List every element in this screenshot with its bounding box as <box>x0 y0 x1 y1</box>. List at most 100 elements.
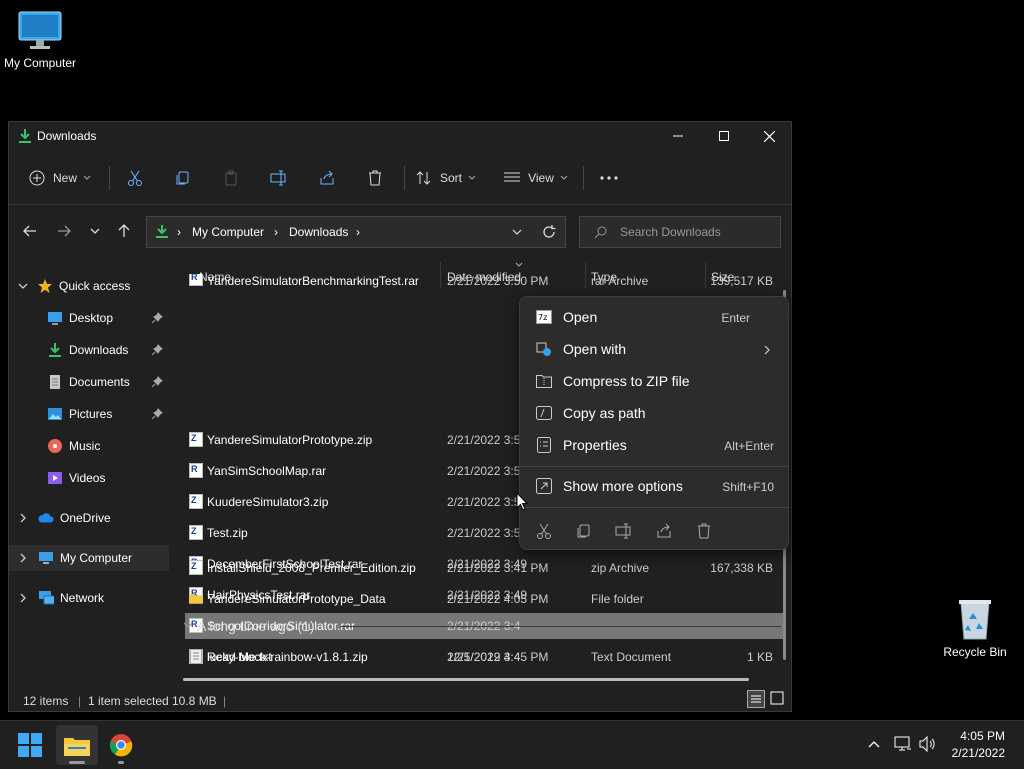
file-size: 1 KB <box>746 650 773 664</box>
nav-my-computer[interactable]: My Computer <box>9 545 169 571</box>
context-copy-button[interactable] <box>572 519 596 543</box>
forward-button[interactable] <box>53 220 75 242</box>
nav-quick-access[interactable]: Quick access <box>9 273 169 299</box>
nav-onedrive[interactable]: OneDrive <box>9 505 169 531</box>
horizontal-scrollbar[interactable] <box>183 678 749 681</box>
window-title: Downloads <box>37 129 97 143</box>
taskbar-chrome[interactable] <box>106 729 136 764</box>
pin-icon[interactable] <box>151 376 163 388</box>
nav-label: Quick access <box>59 279 131 293</box>
close-button[interactable] <box>746 122 792 150</box>
pin-icon[interactable] <box>151 312 163 324</box>
paste-icon <box>225 170 237 186</box>
share-button[interactable] <box>313 162 341 194</box>
title-bar[interactable]: Downloads <box>9 122 791 150</box>
maximize-button[interactable] <box>701 122 747 150</box>
taskbar-date[interactable]: 2/21/2022 <box>940 746 1005 760</box>
context-delete-button[interactable] <box>692 519 716 543</box>
context-cut-button[interactable] <box>532 519 556 543</box>
address-bar[interactable]: › My Computer › Downloads › <box>146 216 566 248</box>
taskbar-time[interactable]: 4:05 PM <box>940 729 1005 743</box>
details-view-icon <box>751 695 761 703</box>
context-share-button[interactable] <box>652 519 676 543</box>
rename-button[interactable] <box>265 162 293 194</box>
breadcrumb-my-computer[interactable]: My Computer <box>192 225 264 239</box>
chevron-down-icon <box>183 622 193 628</box>
context-menu-copy-as-path[interactable]: Copy as path <box>526 398 782 428</box>
file-row[interactable]: YandereSimulatorPrototype_Data 2/21/2022… <box>185 586 785 612</box>
context-rename-button[interactable] <box>612 519 636 543</box>
file-type: Text Document <box>591 650 672 664</box>
context-menu: 7z Open Enter Open with Compress to ZIP … <box>519 296 789 550</box>
nav-item-documents[interactable]: Documents <box>9 369 169 395</box>
details-view-button[interactable] <box>747 690 765 708</box>
active-app-indicator <box>69 761 85 764</box>
context-menu-open[interactable]: 7z Open Enter <box>526 302 782 332</box>
desktop-icon-recycle-bin[interactable]: Recycle Bin <box>935 597 1015 659</box>
chevron-down-icon[interactable] <box>512 229 522 236</box>
nav-item-desktop[interactable]: Desktop <box>9 305 169 331</box>
context-menu-show-more[interactable]: Show more options Shift+F10 <box>526 471 782 501</box>
view-button[interactable]: View <box>501 162 571 194</box>
chevron-right-icon <box>20 553 26 563</box>
copy-button[interactable] <box>169 162 197 194</box>
context-menu-compress-zip[interactable]: Compress to ZIP file <box>526 366 782 396</box>
file-name: YandereSimulatorPrototype_Data <box>207 592 386 606</box>
maximize-icon <box>719 131 729 141</box>
arrow-up-icon <box>118 224 130 237</box>
sort-button[interactable]: Sort <box>413 162 479 194</box>
nav-item-videos[interactable]: Videos <box>9 465 169 491</box>
tiles-view-button[interactable] <box>769 690 787 708</box>
new-button[interactable]: New <box>23 162 97 194</box>
trash-icon <box>698 523 710 539</box>
chevron-down-icon <box>560 175 568 180</box>
up-button[interactable] <box>113 220 135 242</box>
nav-label: Music <box>69 439 101 453</box>
nav-network[interactable]: Network <box>9 585 169 611</box>
file-type: rar Archive <box>591 274 649 288</box>
file-date: 12/5/2019 4:45 PM <box>447 650 549 664</box>
breadcrumb-downloads[interactable]: Downloads <box>289 225 348 239</box>
nav-item-pictures[interactable]: Pictures <box>9 401 169 427</box>
nav-item-downloads[interactable]: Downloads <box>9 337 169 363</box>
pin-icon[interactable] <box>151 408 163 420</box>
cut-button[interactable] <box>121 162 149 194</box>
minimize-button[interactable] <box>655 122 701 150</box>
start-button[interactable] <box>18 733 44 759</box>
file-row[interactable]: Read Me.txt 12/5/2019 4:45 PM Text Docum… <box>185 644 785 670</box>
rename-icon <box>615 523 631 539</box>
nav-label: Downloads <box>69 343 129 357</box>
my-computer-label: My Computer <box>3 56 77 70</box>
delete-button[interactable] <box>361 162 389 194</box>
pictures-icon <box>47 406 63 422</box>
context-menu-open-with[interactable]: Open with <box>526 334 782 364</box>
paste-button[interactable] <box>217 162 245 194</box>
scissors-icon <box>128 170 142 186</box>
search-input[interactable]: Search Downloads <box>620 225 721 239</box>
chevron-down-icon <box>83 175 91 180</box>
file-row[interactable]: Z InstallShield_2008_Premier_Edition.zip… <box>185 555 785 581</box>
archive-icon: 7z <box>536 309 552 325</box>
back-button[interactable] <box>19 220 41 242</box>
context-menu-properties[interactable]: Properties Alt+Enter <box>526 430 782 460</box>
search-box[interactable]: Search Downloads <box>579 216 781 248</box>
taskbar-file-explorer[interactable] <box>56 725 98 765</box>
file-name: Test.zip <box>207 526 248 540</box>
volume-icon[interactable] <box>919 736 937 752</box>
recent-locations-button[interactable] <box>84 220 106 242</box>
group-header[interactable]: A long time ago (1) <box>181 615 781 637</box>
nav-label: Network <box>60 591 105 605</box>
properties-icon <box>536 437 552 453</box>
refresh-icon[interactable] <box>542 225 556 239</box>
file-type: zip Archive <box>591 561 650 575</box>
desktop-icon-my-computer[interactable]: My Computer <box>0 10 80 70</box>
file-date: 2/21/2022 3:50 <box>447 526 528 540</box>
more-options-button[interactable] <box>595 162 623 194</box>
nav-item-music[interactable]: Music <box>9 433 169 459</box>
zip-archive-icon: Z <box>189 525 203 540</box>
pin-icon[interactable] <box>151 344 163 356</box>
show-hidden-icons-icon[interactable] <box>868 740 880 748</box>
zip-folder-icon <box>536 373 552 389</box>
file-row[interactable]: R YandereSimulatorBenchmarkingTest.rar 2… <box>185 274 785 294</box>
network-status-icon[interactable] <box>894 736 912 752</box>
